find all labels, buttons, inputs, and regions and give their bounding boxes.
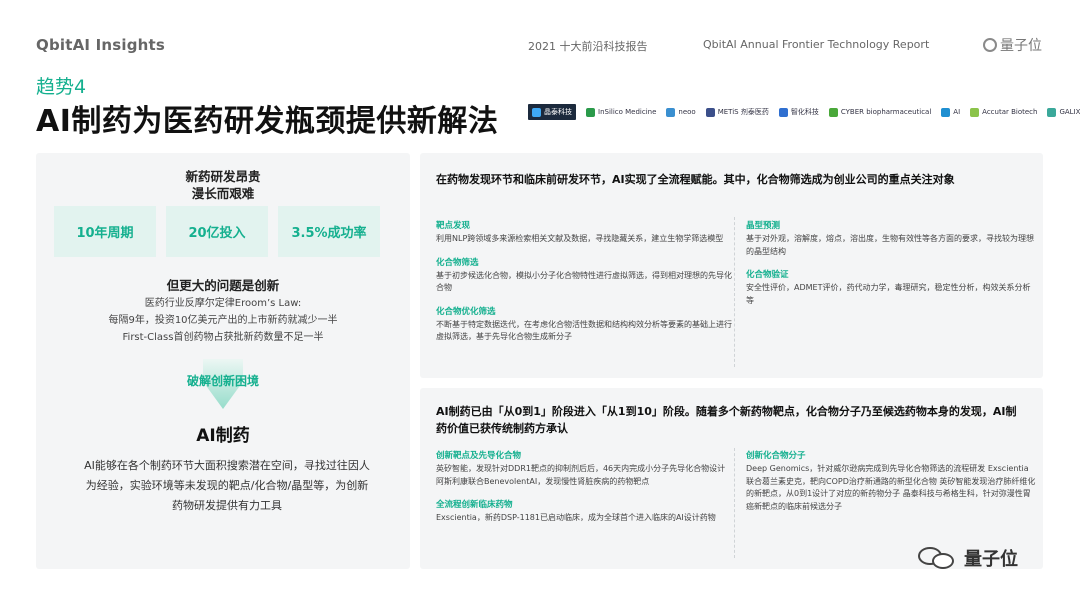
cost-heading: 新药研发昂贵 漫长而艰难: [36, 168, 410, 202]
stat-cycle: 10年周期: [54, 206, 156, 257]
item-text: 基于初步候选化合物，模拟小分子化合物特性进行虚拟筛选，得到相对理想的先导化合物: [436, 270, 732, 293]
trend-label: 趋势4: [36, 76, 87, 98]
partner-name: AI: [953, 108, 961, 116]
partner-name: 晶泰科技: [544, 108, 572, 116]
watermark-text: 量子位: [964, 549, 1018, 570]
partner-mark-icon: [705, 107, 715, 117]
partner-mark-icon: [970, 107, 980, 117]
item-title: 化合物筛选: [436, 257, 479, 268]
partner-mark-icon: [1047, 107, 1057, 117]
eroom-note-line2: 每隔9年，投资10亿美元产出的上市新药就减少一半: [108, 315, 338, 326]
partner-logo: Accutar Biotech: [970, 107, 1038, 117]
item-title: 创新化合物分子: [746, 451, 806, 461]
partner-name: GALIXIR 望石: [1059, 108, 1080, 116]
page-title: AI制药为医药研发瓶颈提供新解法: [36, 104, 499, 139]
item-text: Deep Genomics，针对威尔逊病完成到先导化合物筛选的流程研发 Exsc…: [746, 464, 1036, 511]
eroom-note: 医药行业反摩尔定律Eroom’s Law: 每隔9年，投资10亿美元产出的上市新…: [36, 295, 410, 346]
partner-logo: neoo: [666, 107, 696, 117]
discovery-panel: 在药物发现环节和临床前研发环节，AI实现了全流程赋能。其中，化合物筛选成为创业公…: [420, 153, 1043, 378]
partner-mark-icon: [532, 107, 541, 117]
discovery-right-column: 晶型预测 基于对外观，溶解度，熔点，溶出度，生物有效性等各方面的要求，寻找较为理…: [746, 219, 1036, 317]
partner-name: InSilico Medicine: [598, 108, 657, 116]
innovation-heading: 但更大的问题是创新: [166, 278, 280, 293]
item-title: 靶点发现: [436, 221, 471, 231]
partner-logo: AI: [941, 107, 961, 117]
item-text: 不断基于特定数据迭代，在考虑化合物活性数据和结构构效分析等要素的基础上进行虚拟筛…: [436, 319, 732, 342]
item-text: 利用NLP跨领域多来源检索相关文献及数据，寻找隐藏关系，建立生物学筛选模型: [436, 234, 724, 243]
header-brand: QbitAI Insights: [36, 36, 166, 54]
partner-name: METiS 剂泰医药: [717, 108, 769, 116]
stat-success-rate: 3.5%成功率: [278, 206, 380, 257]
item-title: 晶型预测: [746, 221, 781, 231]
item-text: 基于对外观，溶解度，熔点，溶出度，生物有效性等各方面的要求，寻找较为理想的晶型结…: [746, 234, 1034, 256]
ai-pharma-description: AI能够在各个制药环节大面积搜索潜在空间，寻找过往因人为经验，实验环境等未发现的…: [84, 459, 370, 512]
partner-logos: 晶泰科技 InSilico Medicine neoo METiS 剂泰医药 智化科技 C…: [528, 104, 1080, 120]
partner-mark-icon: [666, 107, 676, 117]
item-title: 化合物验证: [746, 270, 789, 280]
item-novel-compounds: 创新化合物分子 Deep Genomics，针对威尔逊病完成到先导化合物筛选的流…: [746, 449, 1036, 513]
progress-lead: AI制药已由「从0到1」阶段进入「从1到10」阶段。随着多个新药物靶点，化合物分…: [436, 405, 1017, 435]
report-title-cn: 2021 十大前沿科技报告: [528, 40, 648, 53]
item-clinical-drugs: 全流程创新临床药物 Exscientia，新药DSP-1181已启动临床，成为全…: [436, 498, 732, 525]
item-text: Exscientia，新药DSP-1181已启动临床，成为全球首个进入临床的AI…: [436, 513, 716, 522]
wechat-watermark: 量子位: [918, 545, 1018, 571]
breakthrough-label: 破解创新困境: [186, 374, 259, 388]
partner-name: neoo: [678, 108, 696, 116]
stat-row: 10年周期 20亿投入 3.5%成功率: [54, 206, 380, 257]
eroom-note-line1: 医药行业反摩尔定律Eroom’s Law:: [144, 298, 302, 309]
partner-mark-icon: [828, 107, 838, 117]
stat-investment: 20亿投入: [166, 206, 268, 257]
partner-mark-icon: [778, 107, 788, 117]
item-compound-screening: 化合物筛选 基于初步候选化合物，模拟小分子化合物特性进行虚拟筛选，得到相对理想的…: [436, 256, 732, 295]
item-compound-optimization: 化合物优化筛选 不断基于特定数据迭代，在考虑化合物活性数据和结构构效分析等要素的…: [436, 305, 732, 344]
partner-name: 智化科技: [790, 108, 819, 116]
item-title: 全流程创新临床药物: [436, 500, 513, 510]
progress-divider: [734, 448, 735, 558]
partner-mark-icon: [941, 107, 951, 117]
partner-logo: 晶泰科技: [528, 104, 576, 120]
discovery-divider: [734, 217, 735, 367]
partner-logo: GALIXIR 望石: [1047, 107, 1080, 117]
partner-mark-icon: [586, 107, 595, 117]
partner-name: CYBER biopharmaceutical: [840, 108, 932, 116]
item-text: 安全性评价，ADMET评价，药代动力学，毒理研究，稳定性分析，构效关系分析等: [746, 283, 1031, 305]
cost-heading-line1: 新药研发昂贵: [185, 169, 261, 184]
discovery-left-column: 靶点发现 利用NLP跨领域多来源检索相关文献及数据，寻找隐藏关系，建立生物学筛选…: [436, 219, 732, 354]
progress-right-column: 创新化合物分子 Deep Genomics，针对威尔逊病完成到先导化合物筛选的流…: [746, 449, 1036, 523]
partner-logo: 智化科技: [778, 107, 819, 117]
item-title: 化合物优化筛选: [436, 306, 496, 317]
partner-name: Accutar Biotech: [982, 108, 1038, 116]
partner-logo: METiS 剂泰医药: [705, 107, 769, 117]
progress-panel: AI制药已由「从0到1」阶段进入「从1到10」阶段。随着多个新药物靶点，化合物分…: [420, 388, 1043, 569]
item-title: 创新靶点及先导化合物: [436, 451, 522, 461]
logo-circle-icon: [983, 38, 997, 52]
discovery-lead: 在药物发现环节和临床前研发环节，AI实现了全流程赋能。其中，化合物筛选成为创业公…: [436, 173, 955, 186]
header-logo-text: 量子位: [1000, 38, 1042, 54]
item-target-discovery: 靶点发现 利用NLP跨领域多来源检索相关文献及数据，寻找隐藏关系，建立生物学筛选…: [436, 219, 732, 246]
eroom-note-line3: First-Class首创药物占获批新药数量不足一半: [122, 332, 324, 343]
item-novel-targets: 创新靶点及先导化合物 英矽智能，发现针对DDR1靶点的抑制剂后后，46天内完成小…: [436, 449, 732, 488]
item-compound-validation: 化合物验证 安全性评价，ADMET评价，药代动力学，毒理研究，稳定性分析，构效关…: [746, 268, 1036, 307]
item-text: 英矽智能，发现针对DDR1靶点的抑制剂后后，46天内完成小分子先导化合物设计 阿…: [436, 464, 726, 486]
ai-pharma-title: AI制药: [196, 426, 250, 446]
partner-logo: InSilico Medicine: [586, 107, 657, 117]
left-panel: 新药研发昂贵 漫长而艰难 10年周期 20亿投入 3.5%成功率 但更大的问题是…: [36, 153, 410, 569]
report-title-en: QbitAI Annual Frontier Technology Report: [703, 38, 930, 51]
cost-heading-line2: 漫长而艰难: [191, 186, 255, 201]
partner-logo: CYBER biopharmaceutical: [828, 107, 932, 117]
wechat-icon: [918, 545, 958, 571]
header-logo: 量子位: [983, 35, 1042, 55]
progress-left-column: 创新靶点及先导化合物 英矽智能，发现针对DDR1靶点的抑制剂后后，46天内完成小…: [436, 449, 732, 535]
item-crystal-prediction: 晶型预测 基于对外观，溶解度，熔点，溶出度，生物有效性等各方面的要求，寻找较为理…: [746, 219, 1036, 258]
